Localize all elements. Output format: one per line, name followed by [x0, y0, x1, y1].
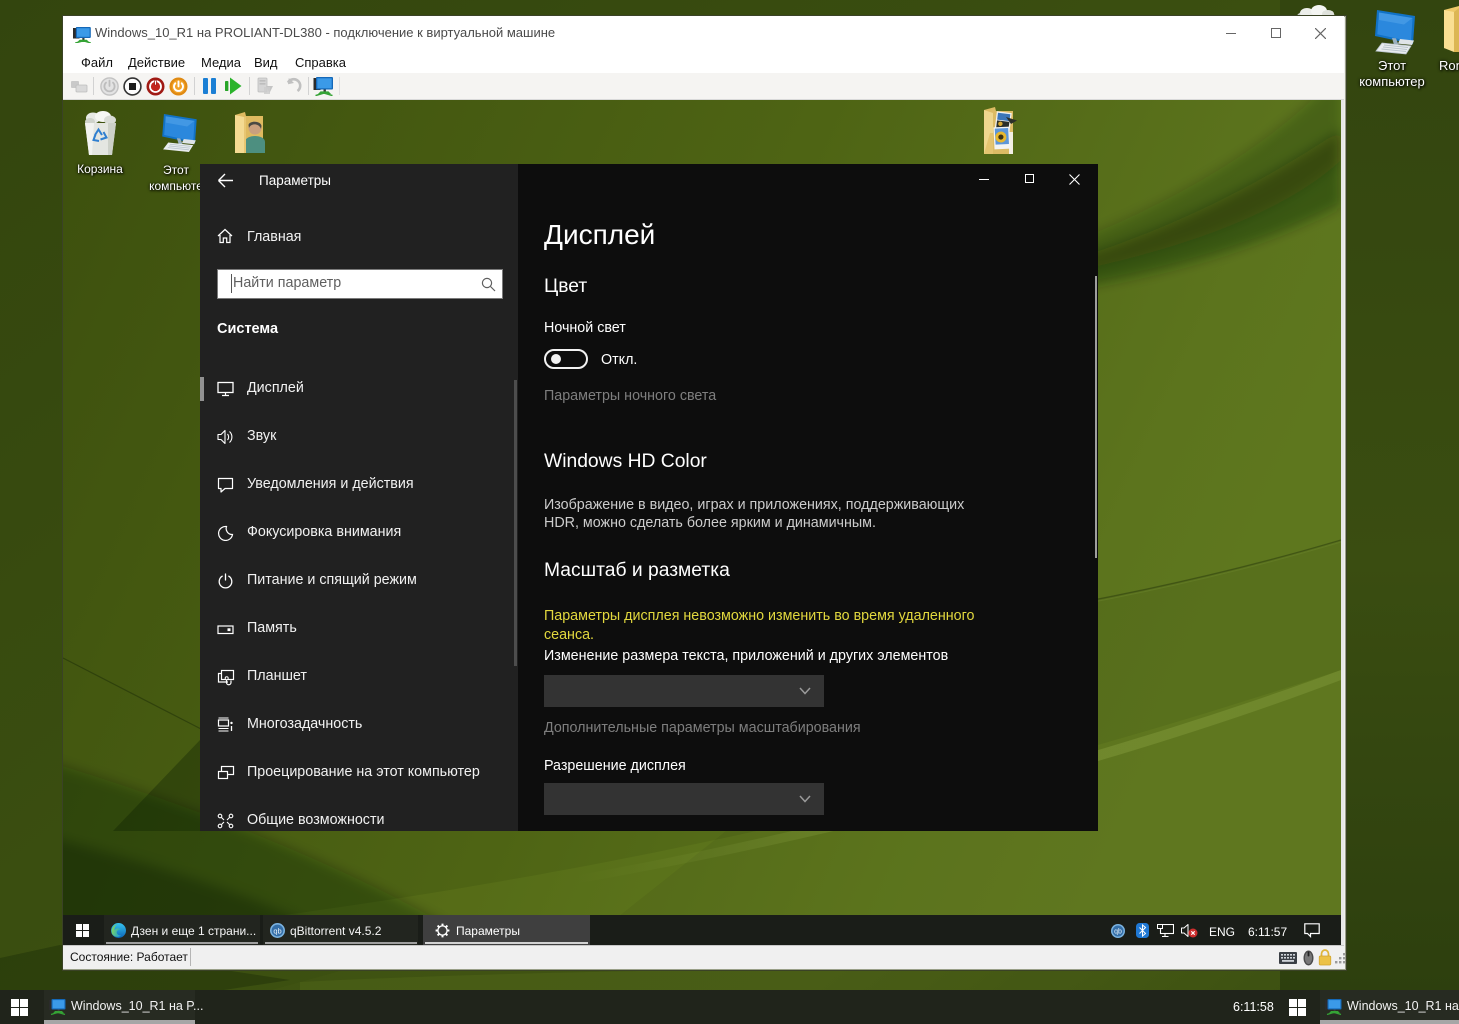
svg-text:qb: qb [273, 926, 281, 935]
svg-text:qb: qb [1114, 929, 1122, 936]
